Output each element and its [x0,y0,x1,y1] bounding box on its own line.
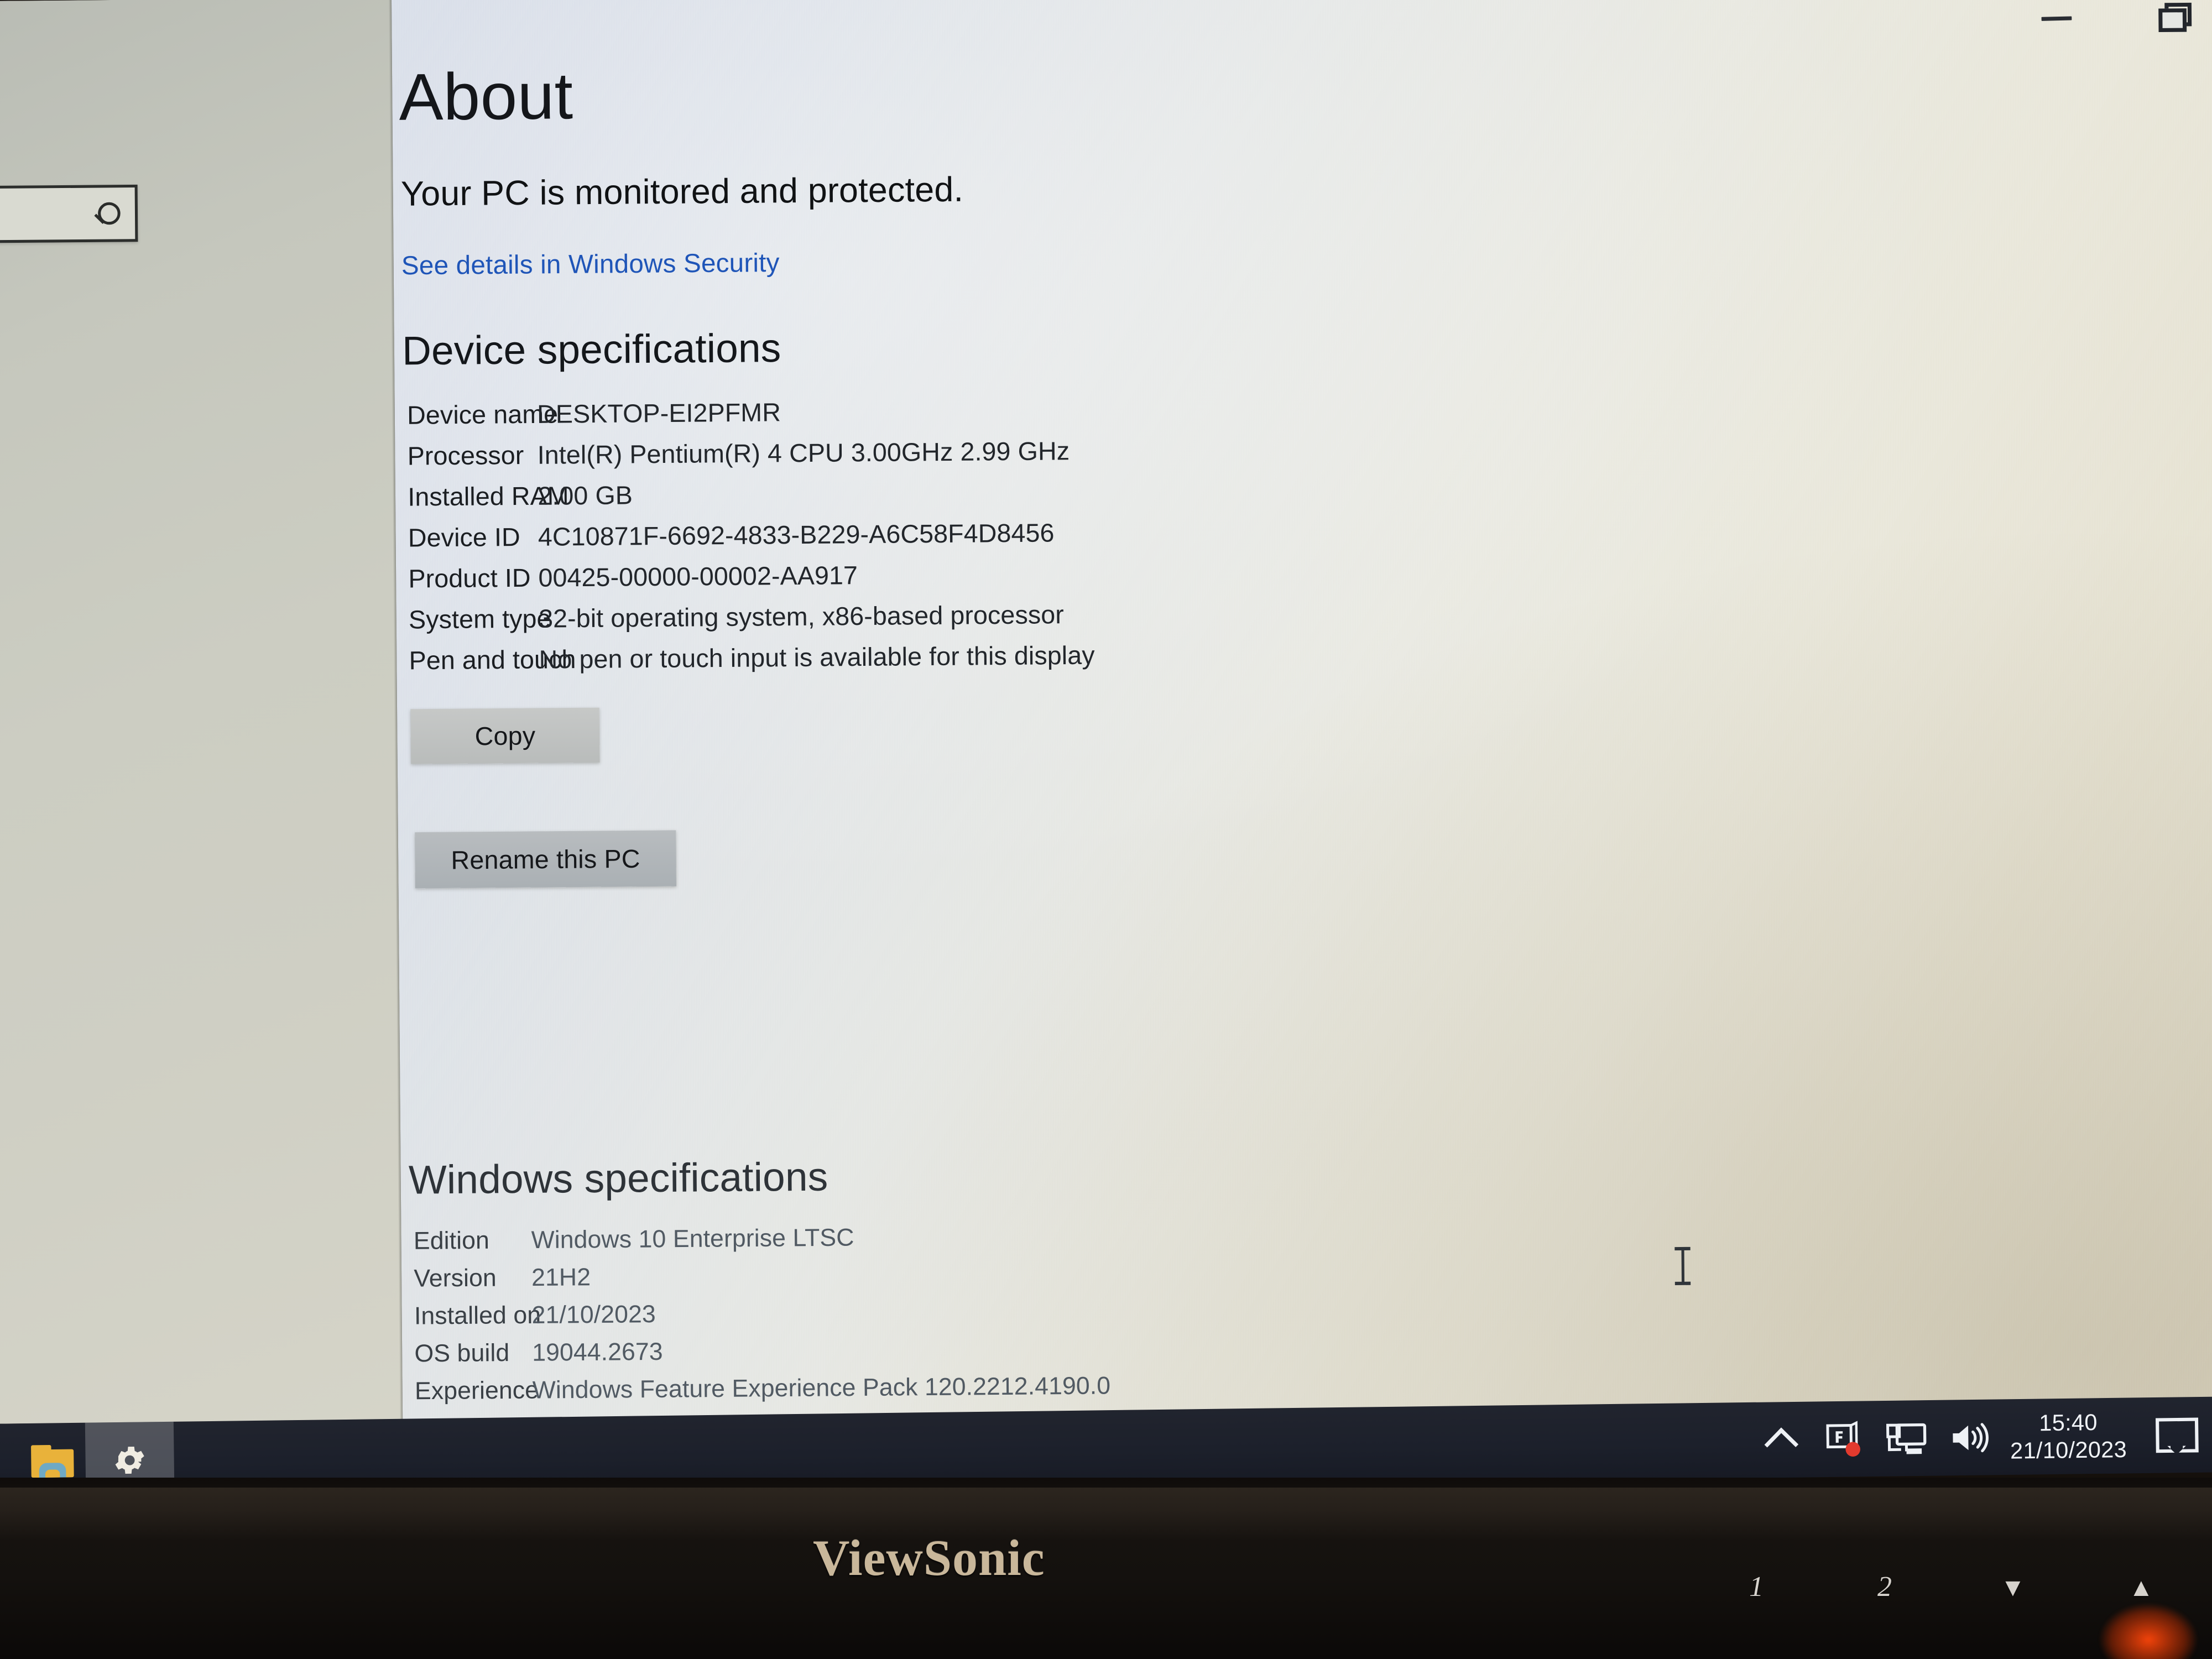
tray-windows-security[interactable] [1812,1401,1876,1477]
tray-network[interactable] [1875,1400,1939,1477]
taskbar-clock[interactable]: 15:40 21/10/2023 [2001,1408,2144,1464]
windows-security-link[interactable]: See details in Windows Security [401,247,780,280]
window-controls [2032,0,2197,52]
file-explorer-icon [31,1444,74,1478]
spec-row: Experience Windows Feature Experience Pa… [415,1372,1111,1415]
windows-security-shield-icon [1826,1420,1860,1457]
spec-value: Windows Feature Experience Pack 120.2212… [532,1371,1111,1404]
spec-row: Device name DESKTOP-EI2PFMR [407,394,1093,441]
spec-row: OS build 19044.2673 [414,1334,1110,1378]
network-monitor-icon [1886,1423,1927,1454]
spec-value: 19044.2673 [532,1338,663,1366]
gear-icon [115,1446,144,1474]
clock-time: 15:40 [2038,1409,2098,1436]
tray-volume[interactable] [1938,1399,2001,1475]
about-page: About Your PC is monitored and protected… [391,0,2212,1421]
spec-row: Pen and touch No pen or touch input is a… [409,640,1095,686]
text-cursor [1674,1246,1691,1286]
action-center-button[interactable] [2143,1397,2211,1473]
spec-key: Version [414,1264,497,1292]
spec-value: 2.00 GB [538,480,633,510]
spec-value: DESKTOP-EI2PFMR [536,397,781,429]
system-tray: 15:40 21/10/2023 [1750,1396,2212,1478]
chevron-up-icon [1764,1427,1799,1462]
spec-row: Installed RAM 2.00 GB [408,476,1094,523]
volume-icon [1953,1422,1989,1452]
search-icon [97,202,121,225]
spec-value: 21H2 [531,1263,591,1292]
restore-icon [2158,2,2192,33]
spec-key: Installed RAM [408,481,569,512]
osd-power-icon[interactable]: ⏻ [2205,1572,2212,1603]
search-input[interactable] [0,184,138,244]
spec-row: Version 21H2 [414,1259,1110,1302]
page-title: About [398,59,573,135]
spec-row: System type 32-bit operating system, x86… [409,599,1095,645]
spec-key: Edition [413,1227,490,1255]
spec-value: 4C10871F-6692-4833-B229-A6C58F4D8456 [538,518,1055,551]
spec-row: Device ID 4C10871F-6692-4833-B229-A6C58F… [408,517,1094,564]
minimize-icon [2041,15,2072,21]
spec-key: Installed on [414,1301,541,1330]
spec-key: OS build [414,1339,510,1368]
spec-key: Product ID [408,563,531,593]
osd-button-1[interactable]: 1 [1692,1571,1820,1603]
spec-value: 32-bit operating system, x86-based proce… [538,599,1065,633]
osd-button-up-icon[interactable]: ▲ [2077,1572,2205,1602]
spec-row: Product ID 00425-00000-00002-AA917 [408,558,1094,604]
device-actions: Copy Rename this PC [410,707,677,889]
device-specifications-list: Device name DESKTOP-EI2PFMR Processor In… [407,394,1095,686]
action-center-icon [2156,1417,2199,1453]
spec-value: 00425-00000-00002-AA917 [538,560,858,592]
tray-expand-button[interactable] [1750,1402,1813,1478]
windows-specifications-heading: Windows specifications [408,1154,828,1203]
spec-key: Device name [406,399,559,430]
spec-key: System type [408,603,551,634]
spec-value: Windows 10 Enterprise LTSC [531,1224,854,1254]
monitor-osd-buttons: 1 2 ▼ ▲ ⏻ [1692,1571,2212,1603]
spec-value: 21/10/2023 [531,1300,656,1329]
spec-row: Edition Windows 10 Enterprise LTSC [414,1222,1110,1265]
monitor-bezel [0,1478,2212,1659]
spec-key: Pen and touch [409,644,576,675]
clock-date: 21/10/2023 [2010,1436,2127,1464]
osd-button-down-icon[interactable]: ▼ [1949,1572,2077,1602]
settings-sidebar: PC es [0,0,403,1424]
spec-value: No pen or touch input is available for t… [539,640,1095,674]
minimize-button[interactable] [2032,0,2081,43]
device-specifications-heading: Device specifications [401,326,781,374]
monitor-photo: PC es About Your PC is monitored [0,0,2212,1659]
spec-value: Intel(R) Pentium(R) 4 CPU 3.00GHz 2.99 G… [537,436,1070,469]
rename-this-pc-button[interactable]: Rename this PC [415,830,677,889]
restore-button[interactable] [2148,0,2197,41]
copy-button[interactable]: Copy [410,707,600,764]
spec-key: Experience [414,1376,539,1405]
spec-key: Device ID [408,522,520,552]
protection-status: Your PC is monitored and protected. [400,170,964,213]
lcd-panel: PC es About Your PC is monitored [0,0,2212,1520]
monitor-brand-logo: ViewSonic [813,1530,1045,1586]
spec-key: Processor [407,440,524,471]
spec-row: Installed on 21/10/2023 [414,1297,1110,1340]
osd-button-2[interactable]: 2 [1820,1571,1949,1603]
windows-specifications-list: Edition Windows 10 Enterprise LTSC Versi… [414,1222,1111,1415]
spec-row: Processor Intel(R) Pentium(R) 4 CPU 3.00… [408,435,1094,482]
